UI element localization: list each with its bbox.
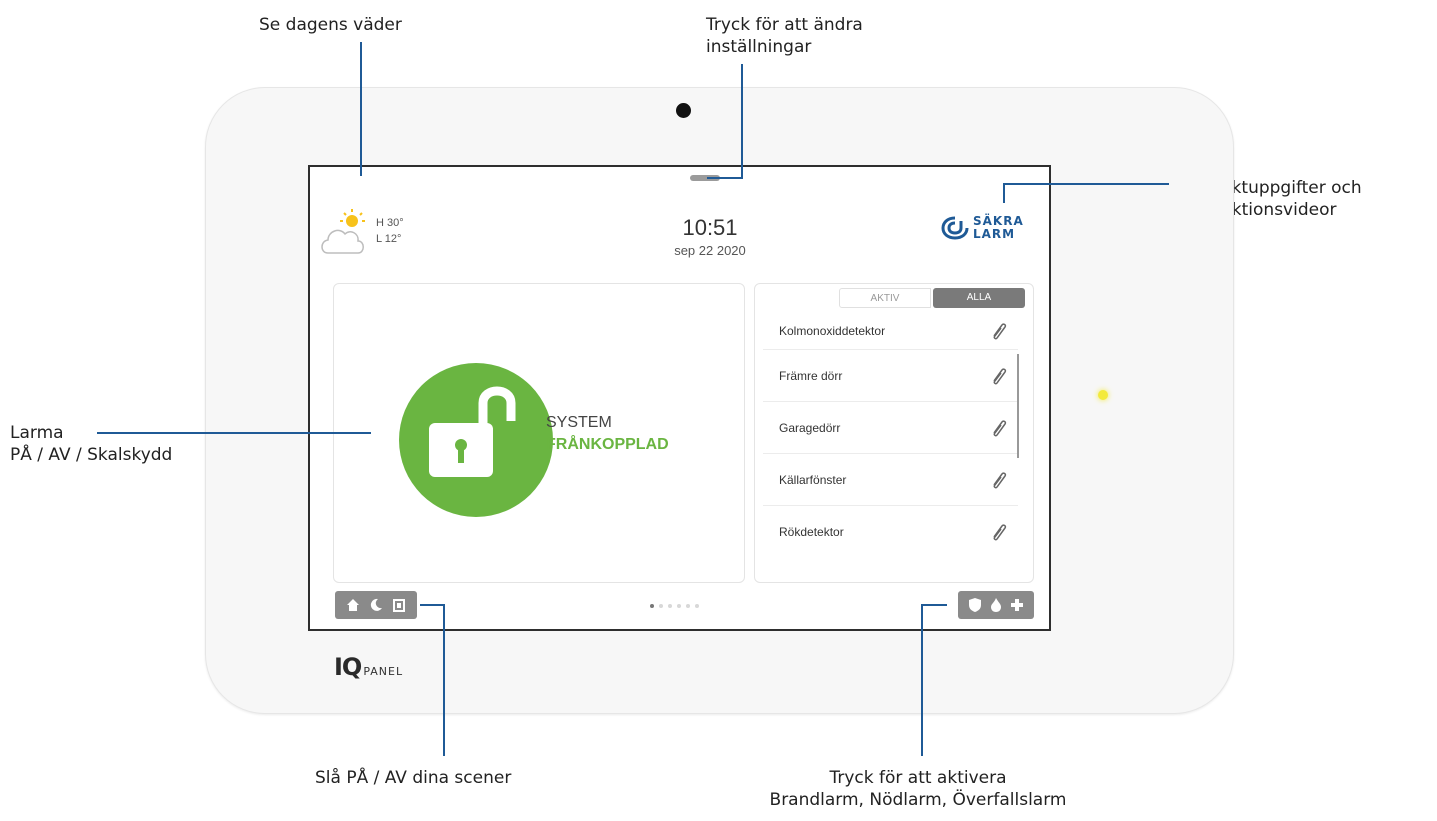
- callout-line-settings-h: [707, 177, 743, 179]
- list-item[interactable]: Främre dörr: [763, 350, 1018, 402]
- away-icon: [393, 599, 405, 612]
- callout-line-emergency-h: [921, 604, 947, 606]
- callout-weather: Se dagens väder: [259, 15, 402, 35]
- page-dot[interactable]: [695, 604, 699, 608]
- sensor-name: Främre dörr: [779, 368, 843, 383]
- sensor-panel: AKTIV ALLA Kolmonoxiddetektor Främre dör…: [754, 283, 1034, 583]
- page-dot[interactable]: [650, 604, 654, 608]
- sensor-name: Rökdetektor: [779, 525, 844, 539]
- moon-icon: [370, 598, 382, 611]
- emergency-button[interactable]: [958, 591, 1034, 619]
- paperclip-icon: [993, 419, 1007, 436]
- logo-line2: LARM: [973, 227, 1016, 241]
- scenes-button[interactable]: [335, 591, 417, 619]
- arm-status-button[interactable]: [399, 363, 553, 517]
- fire-icon: [990, 598, 1001, 612]
- clock-time: 10:51: [682, 215, 738, 240]
- page-dot[interactable]: [686, 604, 690, 608]
- callout-settings-line1: Tryck för att ändra: [706, 15, 863, 35]
- brand-iq: IQ: [334, 653, 362, 681]
- camera-icon: [676, 103, 691, 118]
- callout-settings-line2: inställningar: [706, 37, 812, 57]
- contact-logo-button[interactable]: SÄKRA LARM: [941, 215, 1024, 241]
- logo-text: SÄKRA LARM: [973, 215, 1024, 241]
- callout-settings: Tryck för att ändra inställningar: [706, 14, 863, 58]
- callout-line-scenes-v: [443, 604, 445, 756]
- sensor-name: Källarfönster: [779, 472, 847, 487]
- page-dot[interactable]: [677, 604, 681, 608]
- clock-date: sep 22 2020: [674, 243, 746, 258]
- sensor-tabs: AKTIV ALLA: [839, 288, 1025, 308]
- system-status-value: FRÅNKOPPLAD: [546, 436, 669, 453]
- weather-high: H 30°: [376, 217, 404, 229]
- callout-line-weather: [360, 42, 362, 176]
- tab-alla[interactable]: ALLA: [933, 288, 1025, 308]
- sensor-list-scrollbar[interactable]: [1017, 354, 1019, 458]
- callout-arm: Larma PÅ / AV / Skalskydd: [10, 422, 172, 466]
- callout-emergency-line2: Brandlarm, Nödlarm, Överfallslarm: [769, 790, 1067, 810]
- paperclip-icon: [993, 322, 1007, 339]
- page-indicator: [650, 604, 699, 608]
- touch-screen: H 30° L 12° 10:51 sep 22 2020 SÄKRA LARM…: [308, 165, 1051, 631]
- paperclip-icon: [993, 471, 1007, 488]
- callout-emergency-line1: Tryck för att aktivera: [829, 768, 1007, 788]
- sensor-name: Garagedörr: [779, 420, 841, 435]
- unlocked-padlock-icon: [429, 386, 516, 477]
- iq-panel-logo: IQ PANEL: [334, 653, 403, 681]
- callout-emergency: Tryck för att aktivera Brandlarm, Nödlar…: [728, 767, 1108, 811]
- callout-scenes: Slå PÅ / AV dina scener: [315, 768, 512, 788]
- tab-aktiv[interactable]: AKTIV: [839, 288, 931, 308]
- brand-panel: PANEL: [363, 664, 404, 678]
- paperclip-icon: [993, 367, 1007, 384]
- medical-cross-icon: [1011, 599, 1024, 611]
- list-item[interactable]: Källarfönster: [763, 454, 1018, 506]
- page-dot[interactable]: [668, 604, 672, 608]
- weather-low: L 12°: [376, 233, 402, 245]
- sensor-name: Kolmonoxiddetektor: [779, 323, 886, 338]
- callout-line-contact-h: [1003, 183, 1169, 185]
- callout-line-emergency-v: [921, 604, 923, 756]
- callout-line-contact-v: [1003, 183, 1005, 203]
- callout-line-arm: [97, 432, 371, 434]
- shield-icon: [968, 598, 981, 612]
- system-status-label: SYSTEM: [546, 414, 612, 431]
- list-item[interactable]: Garagedörr: [763, 402, 1018, 454]
- page-dot[interactable]: [659, 604, 663, 608]
- list-item[interactable]: Kolmonoxiddetektor: [763, 312, 1018, 350]
- callout-arm-line2: PÅ / AV / Skalskydd: [10, 445, 173, 465]
- sensor-list: Kolmonoxiddetektor Främre dörr Garagedör…: [763, 312, 1018, 558]
- arm-panel[interactable]: SYSTEM FRÅNKOPPLAD: [333, 283, 745, 583]
- weather-widget[interactable]: H 30° L 12°: [318, 207, 428, 267]
- partly-cloudy-icon: [321, 209, 365, 254]
- status-led: [1098, 390, 1108, 400]
- list-item[interactable]: Rökdetektor: [763, 506, 1018, 558]
- home-arm-icon: [347, 599, 359, 611]
- clock-widget: 10:51 sep 22 2020: [610, 215, 810, 258]
- paperclip-icon: [993, 524, 1007, 541]
- callout-line-settings-v: [741, 64, 743, 179]
- sakra-logo-icon: [941, 216, 969, 240]
- callout-line-scenes-h: [420, 604, 444, 606]
